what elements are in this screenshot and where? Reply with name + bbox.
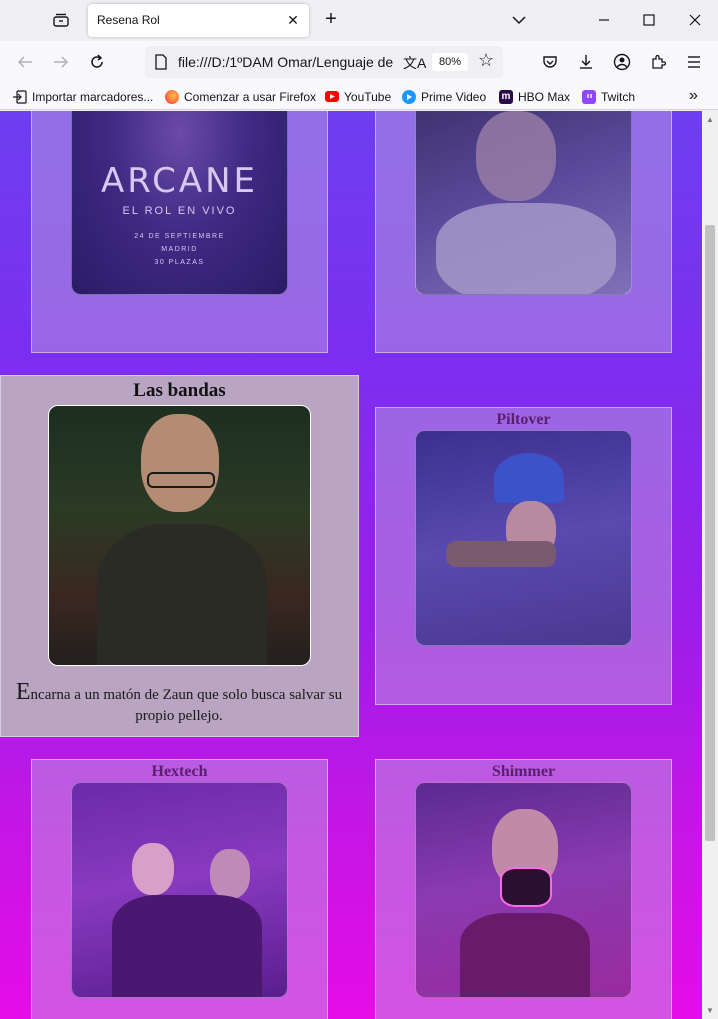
desc-initial: E (15, 679, 31, 705)
bookmark-hbo-max[interactable]: m HBO Max (499, 88, 570, 105)
poster-title: ARCANE (100, 161, 259, 201)
card-shimmer[interactable]: Shimmer (375, 759, 672, 1019)
chevron-down-icon[interactable] (512, 12, 526, 30)
download-icon[interactable] (574, 50, 598, 74)
maximize-icon[interactable] (637, 8, 661, 32)
card-portrait-top (375, 111, 672, 353)
bookmark-label: YouTube (344, 89, 392, 104)
new-tab-icon[interactable]: + (322, 9, 340, 30)
scroll-up-icon[interactable]: ▲ (706, 115, 714, 124)
zoom-level[interactable]: 80% (432, 53, 468, 71)
scroll-thumb[interactable] (705, 225, 715, 841)
menu-icon[interactable] (682, 50, 706, 74)
portrait-image (415, 111, 632, 295)
minimize-icon[interactable] (592, 8, 616, 32)
card-las-bandas[interactable]: Las bandas Encarna a un matón de Zaun qu… (0, 375, 359, 737)
navigation-bar: file:///D:/1ºDAM Omar/Lenguaje de 文A 80%… (0, 41, 718, 83)
bookmark-star-icon[interactable]: ☆ (478, 50, 494, 71)
card-piltover[interactable]: Piltover (375, 407, 672, 705)
poster-subtitle: EL ROL EN VIVO (122, 205, 237, 217)
hextech-image (71, 782, 288, 998)
page-content: ARCANE EL ROL EN VIVO 24 DE SEPTIEMBRE M… (0, 111, 702, 1019)
poster-city: MADRID (161, 246, 198, 253)
bookmark-youtube[interactable]: YouTube (325, 88, 391, 105)
reload-icon[interactable] (85, 50, 109, 74)
las-bandas-image (48, 405, 311, 666)
more-bookmarks-icon[interactable]: » (689, 87, 698, 105)
close-window-icon[interactable] (683, 8, 707, 32)
card-title: Hextech (151, 763, 208, 780)
arcane-poster-image: ARCANE EL ROL EN VIVO 24 DE SEPTIEMBRE M… (71, 111, 288, 295)
bookmark-import[interactable]: Importar marcadores... (13, 88, 153, 105)
active-tab[interactable]: Resena Rol ✕ (88, 4, 309, 37)
import-icon (13, 89, 27, 104)
hbo-max-icon: m (499, 89, 513, 104)
bookmark-firefox[interactable]: Comenzar a usar Firefox (165, 88, 316, 105)
card-description: Encarna a un matón de Zaun que solo busc… (11, 679, 347, 727)
card-title: Las bandas (133, 380, 226, 401)
forward-icon[interactable] (49, 50, 73, 74)
account-icon[interactable] (610, 50, 634, 74)
bookmark-prime-video[interactable]: Prime Video (402, 88, 486, 105)
bookmark-label: Twitch (601, 89, 636, 104)
translate-icon[interactable]: 文A (403, 53, 426, 73)
close-tab-icon[interactable]: ✕ (285, 12, 301, 28)
shimmer-image (415, 782, 632, 998)
piltover-image (415, 430, 632, 646)
card-arcane: ARCANE EL ROL EN VIVO 24 DE SEPTIEMBRE M… (31, 111, 328, 353)
card-title: Piltover (496, 411, 551, 428)
url-text: file:///D:/1ºDAM Omar/Lenguaje de (178, 54, 394, 70)
back-icon[interactable] (13, 50, 37, 74)
desc-text: ncarna a un matón de Zaun que solo busca… (30, 687, 343, 724)
bookmark-label: HBO Max (518, 89, 571, 104)
bookmarks-bar: Importar marcadores... Comenzar a usar F… (0, 83, 718, 110)
prime-video-icon (402, 89, 416, 104)
bookmark-twitch[interactable]: Twitch (582, 88, 635, 105)
bookmark-label: Prime Video (421, 89, 487, 104)
page-scrollbar[interactable]: ▲ ▼ (702, 111, 718, 1019)
extensions-icon[interactable] (646, 50, 670, 74)
scroll-down-icon[interactable]: ▼ (706, 1006, 714, 1015)
twitch-icon (582, 89, 596, 104)
card-hextech[interactable]: Hextech (31, 759, 328, 1019)
pocket-icon[interactable] (538, 50, 562, 74)
card-title: Shimmer (491, 763, 556, 780)
poster-date: 24 DE SEPTIEMBRE (134, 233, 225, 240)
firefox-icon (165, 89, 179, 104)
tab-list-icon[interactable] (50, 10, 72, 30)
url-bar[interactable]: file:///D:/1ºDAM Omar/Lenguaje de 文A 80%… (145, 46, 503, 78)
bookmark-label: Importar marcadores... (32, 89, 154, 104)
poster-places: 30 PLAZAS (154, 259, 205, 266)
tab-bar: Resena Rol ✕ + (0, 0, 718, 41)
youtube-icon (325, 91, 339, 102)
bookmark-label: Comenzar a usar Firefox (184, 89, 317, 104)
page-icon (154, 54, 168, 75)
tab-title: Resena Rol (97, 13, 160, 27)
